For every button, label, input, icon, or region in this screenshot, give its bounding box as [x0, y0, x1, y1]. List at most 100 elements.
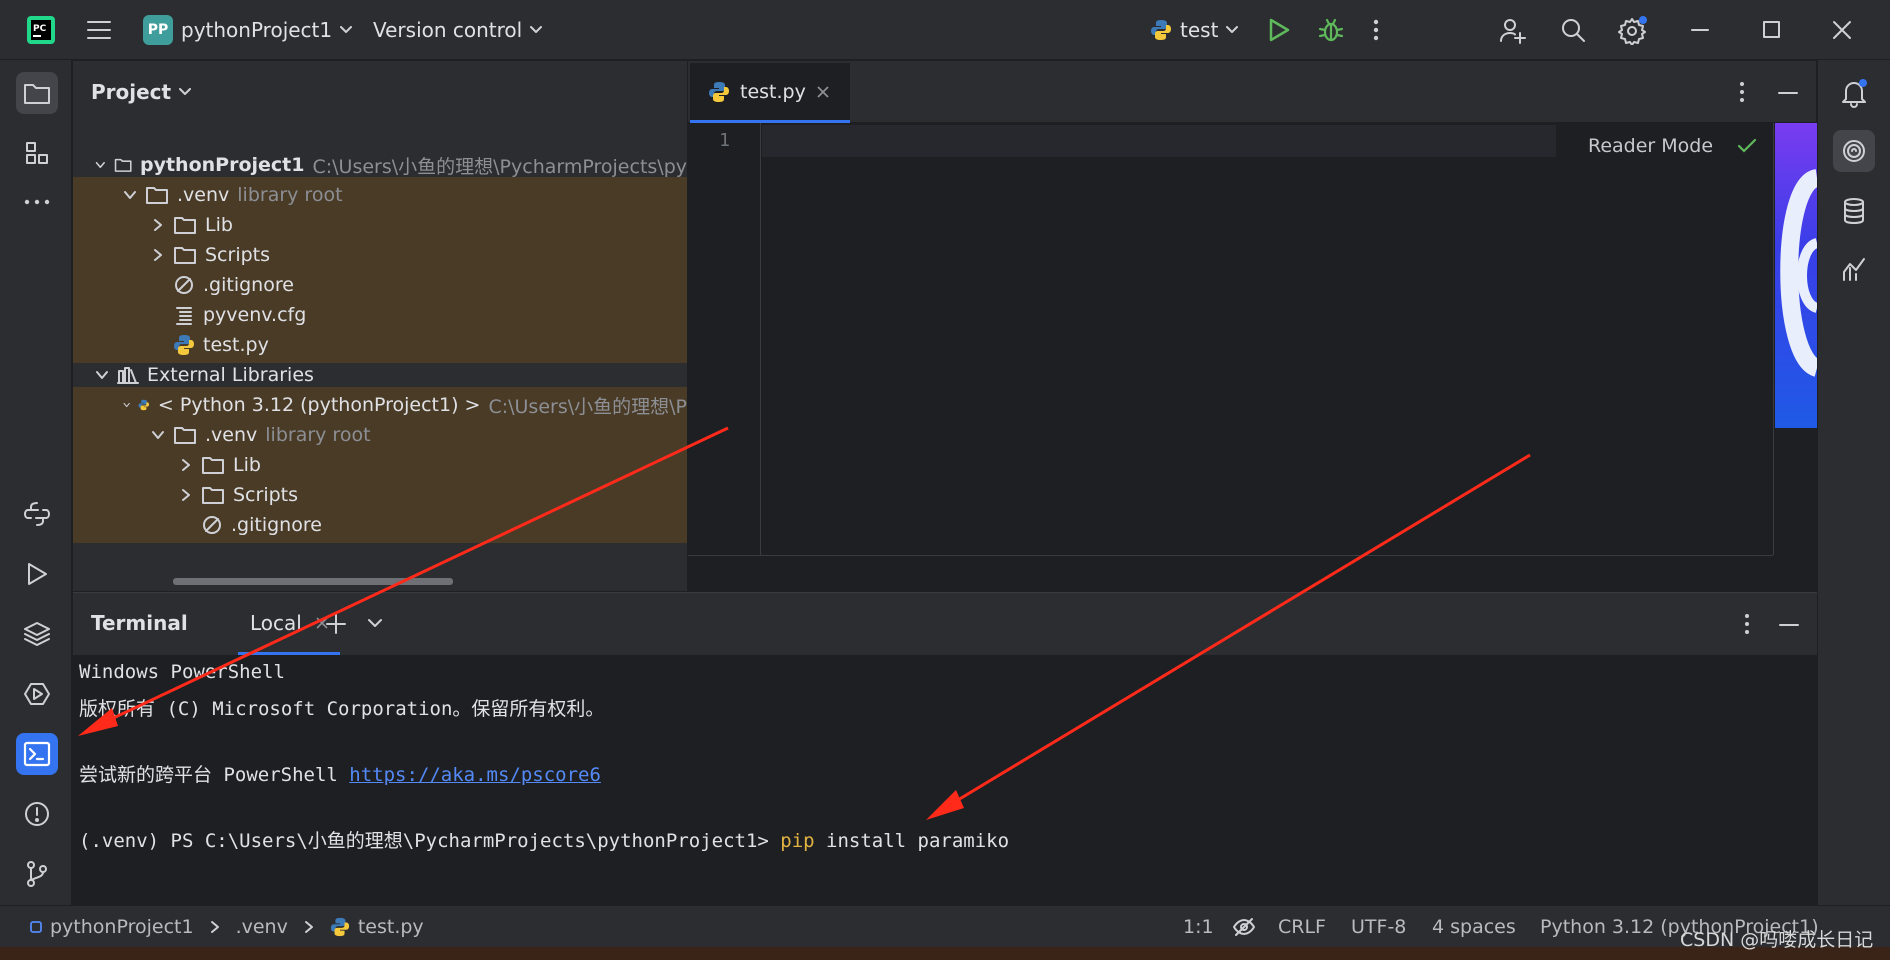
- more-vertical-icon[interactable]: [1372, 0, 1380, 60]
- search-icon[interactable]: [1560, 0, 1586, 60]
- line-number-gutter: [688, 123, 761, 555]
- debug-icon[interactable]: [1318, 0, 1344, 60]
- project-panel-header[interactable]: Project: [73, 61, 687, 123]
- project-panel-title: Project: [91, 80, 172, 104]
- desktop-edge: [0, 947, 1890, 960]
- inspections-off-icon[interactable]: [1232, 906, 1256, 948]
- pycharm-logo-icon[interactable]: PC: [26, 0, 56, 60]
- python-packages-button[interactable]: [16, 493, 58, 535]
- left-tool-strip: [0, 60, 72, 905]
- folder-icon: [174, 427, 196, 444]
- library-icon: [117, 367, 139, 384]
- chevron-down-icon: [123, 402, 130, 408]
- folder-icon: [174, 247, 196, 264]
- version-control-menu[interactable]: Version control: [373, 0, 543, 60]
- settings-icon[interactable]: [1618, 0, 1648, 60]
- terminal-hide-icon[interactable]: [1779, 615, 1799, 635]
- tree-label: pyvenv.cfg: [203, 304, 307, 326]
- tree-label: External Libraries: [147, 364, 314, 386]
- chevron-right-icon: [154, 249, 162, 261]
- new-tab-icon[interactable]: [325, 613, 347, 635]
- terminal-line: Windows PowerShell: [79, 661, 285, 683]
- title-bar: PC PP pythonProject1 Version control tes…: [0, 0, 1890, 60]
- tree-label: < Python 3.12 (pythonProject1) >: [157, 394, 481, 416]
- chevron-down-icon: [95, 161, 105, 169]
- maximize-icon[interactable]: [1762, 0, 1782, 60]
- terminal-link[interactable]: https://aka.ms/pscore6: [349, 764, 601, 786]
- tree-hint: library root: [237, 184, 343, 206]
- minimize-icon[interactable]: [1690, 0, 1710, 60]
- structure-icon: [26, 142, 48, 164]
- reader-mode-button[interactable]: Reader Mode: [1588, 135, 1713, 157]
- services-tool-button[interactable]: [16, 673, 58, 715]
- add-user-icon[interactable]: [1498, 0, 1526, 60]
- run-config-selector[interactable]: test: [1150, 0, 1239, 60]
- project-horizontal-scrollbar[interactable]: [173, 578, 453, 585]
- tree-label: Scripts: [205, 244, 271, 266]
- terminal-more-icon[interactable]: [1743, 613, 1751, 635]
- git-tool-button[interactable]: [16, 853, 58, 895]
- status-bar: pythonProject1 .venv test.py 1:1 CRLF UT…: [0, 905, 1890, 947]
- tree-label: Lib: [233, 454, 261, 476]
- tree-label: .venv: [177, 184, 230, 206]
- project-tool-button[interactable]: [16, 72, 58, 114]
- folder-icon: [202, 487, 224, 504]
- tree-label: Scripts: [233, 484, 299, 506]
- terminal-tool-button[interactable]: [16, 733, 58, 775]
- notifications-button[interactable]: [1833, 72, 1875, 114]
- database-button[interactable]: [1833, 190, 1875, 232]
- right-tool-strip: [1817, 60, 1890, 905]
- tab-test-py[interactable]: test.py: [690, 63, 850, 123]
- watermark-text: CSDN @吗喽成长日记: [1680, 929, 1874, 951]
- project-panel: Project pythonProject1 C:\Users\小鱼的理想\Py…: [73, 61, 753, 591]
- line-number: 1: [719, 130, 730, 151]
- line-separator[interactable]: CRLF: [1278, 906, 1326, 948]
- file-encoding[interactable]: UTF-8: [1351, 906, 1406, 948]
- command-pip: pip: [780, 830, 815, 852]
- folder-icon: [114, 158, 132, 172]
- indent-setting[interactable]: 4 spaces: [1432, 906, 1516, 948]
- terminal-prompt-line[interactable]: (.venv) PS C:\Users\小鱼的理想\PycharmProject…: [79, 826, 1009, 853]
- more-tools-button[interactable]: [16, 181, 58, 223]
- terminal-line: 版权所有 (C) Microsoft Corporation。保留所有权利。: [79, 698, 605, 720]
- breadcrumb-file[interactable]: test.py: [358, 916, 424, 938]
- editor-tab-bar: test.py: [688, 61, 1816, 123]
- chevron-down-icon: [152, 431, 164, 439]
- project-switcher[interactable]: PP pythonProject1: [143, 0, 353, 60]
- run-icon[interactable]: [1268, 0, 1290, 60]
- terminal-icon: [23, 741, 51, 767]
- project-badge: PP: [143, 15, 173, 45]
- caret-position[interactable]: 1:1: [1183, 906, 1214, 948]
- tree-hint: C:\Users\小鱼的理想\PycharmProjects\py: [312, 155, 687, 178]
- tree-row-gitignore-ext[interactable]: .gitignore: [73, 507, 687, 543]
- sciview-button[interactable]: [1833, 248, 1875, 290]
- layers-tool-button[interactable]: [16, 613, 58, 655]
- breadcrumb-venv[interactable]: .venv: [236, 916, 288, 938]
- breadcrumb: pythonProject1 .venv test.py: [30, 906, 424, 948]
- breadcrumb-project[interactable]: pythonProject1: [50, 916, 194, 938]
- folder-icon: [24, 84, 50, 104]
- sciview-icon: [1843, 258, 1865, 281]
- python-sdk-icon: [138, 399, 150, 411]
- editor-hide-icon[interactable]: [1778, 83, 1798, 103]
- ai-assistant-button[interactable]: [1833, 130, 1875, 172]
- problems-tool-button[interactable]: [16, 793, 58, 835]
- tab-local-label: Local: [250, 610, 302, 635]
- tab-label: test.py: [740, 80, 806, 103]
- ai-assistant-icon: [1843, 140, 1865, 162]
- python-file-icon: [1151, 20, 1171, 40]
- close-icon[interactable]: [1832, 0, 1852, 60]
- run-tool-button[interactable]: [16, 553, 58, 595]
- chevron-right-icon: [210, 921, 219, 933]
- terminal-header: Terminal Local: [73, 593, 1817, 655]
- close-tab-icon[interactable]: [816, 85, 830, 99]
- structure-tool-button[interactable]: [16, 132, 58, 174]
- tree-label: .gitignore: [203, 274, 294, 296]
- chevron-right-icon: [182, 489, 190, 501]
- module-icon: [30, 921, 42, 933]
- chevron-right-icon: [304, 921, 313, 933]
- editor-more-icon[interactable]: [1738, 81, 1746, 103]
- ignored-file-icon: [175, 276, 193, 294]
- hamburger-menu-icon[interactable]: [86, 0, 112, 60]
- chevron-down-icon[interactable]: [367, 617, 383, 629]
